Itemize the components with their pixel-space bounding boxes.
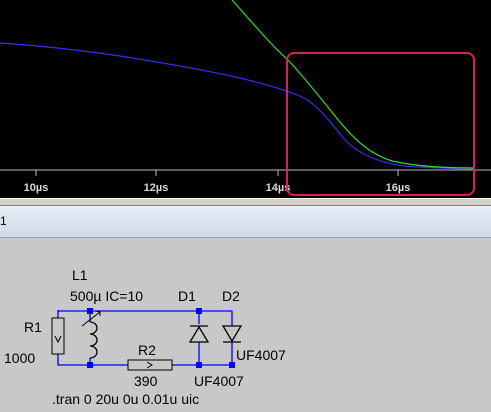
- d2-diode[interactable]: [221, 325, 243, 343]
- schematic-canvas[interactable]: L1 500µ IC=10 D1 D2 R1 1000 R2 390 UF400…: [0, 238, 491, 412]
- l1-value-label: 500µ IC=10: [70, 288, 143, 304]
- highlight-box: [286, 52, 475, 196]
- r2-arrow: [146, 361, 153, 369]
- r2-name-label: R2: [138, 342, 156, 358]
- d1-name-label: D1: [178, 288, 196, 304]
- r1-value-label: 1000: [4, 350, 35, 366]
- r1-body[interactable]: [51, 317, 65, 355]
- waveform-plot[interactable]: 10µs 12µs 14µs 16µs: [0, 0, 491, 198]
- tran-directive[interactable]: .tran 0 20u 0u 0.01u uic: [52, 391, 199, 407]
- r2-body[interactable]: [127, 359, 173, 371]
- l1-inductor[interactable]: [81, 310, 101, 359]
- blue-trace: [0, 42, 476, 170]
- pane-splitter[interactable]: [0, 198, 491, 206]
- waveform-plot-pane[interactable]: 10µs 12µs 14µs 16µs: [0, 0, 491, 198]
- schematic-window-titlebar[interactable]: 1: [0, 206, 491, 238]
- green-trace: [231, 0, 476, 169]
- l1-name-label: L1: [72, 267, 88, 283]
- d2-name-label: D2: [222, 288, 240, 304]
- window-title-fragment: 1: [0, 214, 7, 228]
- r2-value-label: 390: [134, 373, 158, 389]
- junction-dots: [87, 308, 235, 368]
- r1-name-label: R1: [24, 319, 42, 335]
- x-tick-label-12us: 12µs: [144, 182, 169, 194]
- r1-arrow: [54, 335, 62, 344]
- schematic-editor[interactable]: L1 500µ IC=10 D1 D2 R1 1000 R2 390 UF400…: [0, 238, 491, 412]
- d2-model-label: UF4007: [236, 347, 286, 363]
- d1-model-label: UF4007: [194, 373, 244, 389]
- x-tick-label-16us: 16µs: [386, 182, 411, 194]
- x-tick-label-10us: 10µs: [24, 182, 49, 194]
- d1-diode[interactable]: [188, 325, 210, 343]
